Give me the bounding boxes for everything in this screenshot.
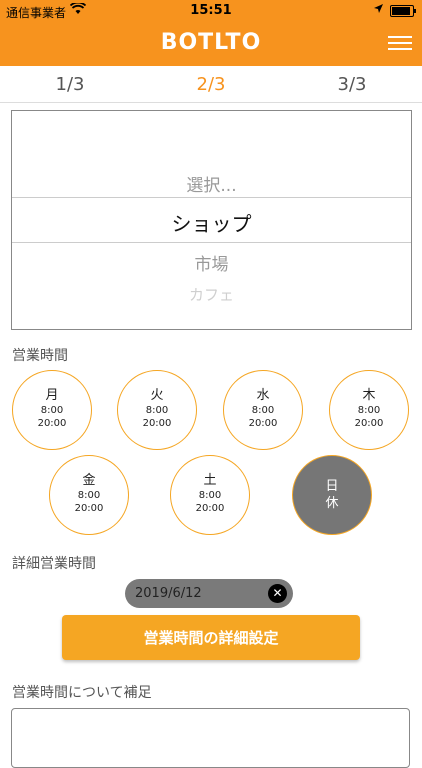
hamburger-menu-icon[interactable]	[388, 32, 412, 54]
status-bar: 通信事業者 15:51	[0, 0, 422, 22]
battery-icon	[390, 5, 416, 17]
step-3-tab[interactable]: 3/3	[282, 74, 422, 95]
day-tuesday[interactable]: 火 8:00 20:00	[117, 370, 197, 450]
step-indicator: 1/3 2/3 3/3	[0, 66, 422, 103]
business-hours-label: 営業時間	[12, 348, 68, 364]
category-picker[interactable]: 選択... ショップ 市場 カフェ	[11, 110, 412, 330]
day-sunday[interactable]: 日 休	[292, 455, 372, 535]
step-1-tab[interactable]: 1/3	[0, 74, 140, 95]
app-logo: BOTLTO	[160, 30, 262, 55]
clock: 15:51	[190, 3, 232, 18]
day-thursday[interactable]: 木 8:00 20:00	[329, 370, 409, 450]
day-saturday[interactable]: 土 8:00 20:00	[170, 455, 250, 535]
location-arrow-icon	[373, 3, 384, 17]
date-chip-text: 2019/6/12	[135, 586, 202, 601]
picker-option-selected[interactable]: ショップ	[12, 208, 411, 237]
detailed-hours-settings-button[interactable]: 営業時間の詳細設定	[62, 615, 360, 660]
picker-option[interactable]: 市場	[12, 250, 411, 275]
step-2-tab[interactable]: 2/3	[141, 74, 281, 95]
detailed-hours-label: 詳細営業時間	[12, 556, 96, 572]
hours-notes-label: 営業時間について補足	[12, 685, 152, 701]
picker-option[interactable]: カフェ	[12, 284, 411, 305]
day-monday[interactable]: 月 8:00 20:00	[12, 370, 92, 450]
hours-notes-textarea[interactable]	[11, 708, 410, 768]
day-wednesday[interactable]: 水 8:00 20:00	[223, 370, 303, 450]
day-friday[interactable]: 金 8:00 20:00	[49, 455, 129, 535]
close-icon[interactable]: ✕	[268, 584, 287, 603]
navbar: BOTLTO	[0, 22, 422, 66]
picker-option[interactable]: 選択...	[12, 171, 411, 196]
date-chip[interactable]: 2019/6/12 ✕	[125, 579, 293, 608]
